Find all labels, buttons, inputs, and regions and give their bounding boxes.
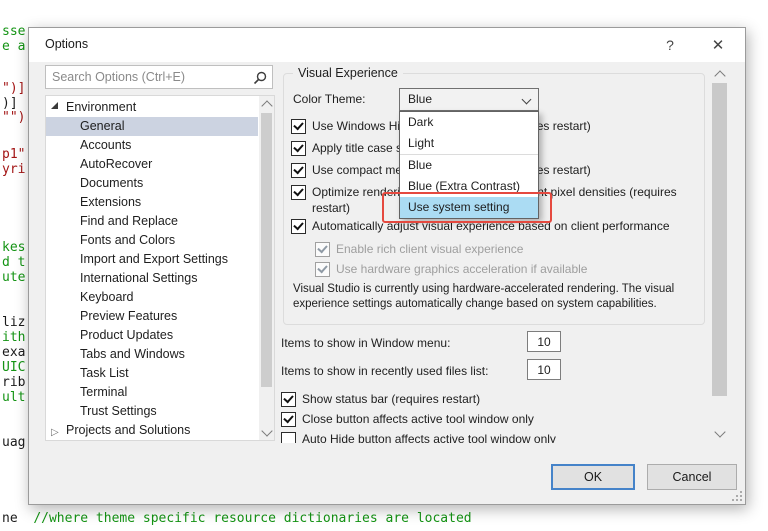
tree-expander-closed-icon[interactable]: ▷ (51, 423, 59, 442)
code-fragment: kes (2, 240, 26, 255)
combobox-value: Blue (408, 92, 433, 106)
tree-item-import-export[interactable]: Import and Export Settings (46, 250, 258, 269)
checkbox-icon (291, 163, 306, 178)
code-text: ne (2, 511, 18, 526)
code-fragment: ith (2, 330, 26, 345)
code-fragment: ute (2, 270, 26, 285)
search-input[interactable] (46, 66, 272, 88)
tree-item-fonts-and-colors[interactable]: Fonts and Colors (46, 231, 258, 250)
code-fragment: UIC (2, 360, 26, 375)
checkbox-icon (315, 242, 330, 257)
dropdown-item-blue[interactable]: Blue (400, 154, 538, 176)
checkbox-icon (291, 119, 306, 134)
code-fragment: "") (2, 110, 26, 125)
chevron-down-icon (521, 94, 532, 105)
checkbox-rich-client: Enable rich client visual experience (315, 241, 523, 257)
dialog-titlebar (29, 28, 745, 62)
color-theme-label: Color Theme: (293, 92, 366, 106)
rendering-info-text: Visual Studio is currently using hardwar… (293, 283, 675, 310)
code-comment: //where theme specific resource dictiona… (33, 511, 472, 526)
cancel-button[interactable]: Cancel (647, 464, 737, 490)
checkbox-hardware-accel: Use hardware graphics acceleration if av… (315, 261, 587, 277)
screen: sse e a ")] )] "") p1" yri kes d t ute l… (0, 0, 768, 531)
tree-scrollbar-thumb[interactable] (261, 113, 272, 387)
options-dialog: Options ? ✕ Environment General Accounts… (28, 27, 746, 505)
close-button[interactable]: ✕ (705, 34, 731, 56)
checkbox-icon (281, 412, 296, 427)
code-fragment: e a (2, 39, 26, 54)
close-icon: ✕ (711, 37, 725, 54)
code-line: ne //where theme specific resource dicti… (2, 511, 472, 526)
tree-item-product-updates[interactable]: Product Updates (46, 326, 258, 345)
tree-item-projects-and-solutions[interactable]: ▷ Projects and Solutions (46, 421, 258, 440)
checkbox-icon (291, 185, 306, 200)
code-fragment: ult (2, 390, 26, 405)
checkbox-icon (281, 432, 296, 443)
checkbox-icon (291, 219, 306, 234)
window-menu-label: Items to show in Window menu: (281, 336, 451, 350)
checkbox-auto-hide[interactable]: Auto Hide button affects active tool win… (281, 431, 556, 443)
code-fragment: yri (2, 162, 26, 177)
red-annotation-box (382, 192, 552, 223)
tree-item-terminal[interactable]: Terminal (46, 383, 258, 402)
checkbox-icon (291, 141, 306, 156)
help-button[interactable]: ? (657, 34, 683, 56)
options-tree: Environment General Accounts AutoRecover… (45, 95, 275, 441)
dropdown-item-light[interactable]: Light (400, 133, 538, 154)
scroll-up-icon[interactable] (261, 100, 273, 112)
tree-item-task-list[interactable]: Task List (46, 364, 258, 383)
panel-scrollbar-thumb[interactable] (712, 83, 727, 396)
tree-item-general[interactable]: General (46, 117, 258, 136)
tree-item-extensions[interactable]: Extensions (46, 193, 258, 212)
search-box (45, 65, 273, 89)
checkbox-show-status-bar[interactable]: Show status bar (requires restart) (281, 391, 480, 407)
code-fragment: rib (2, 375, 26, 390)
scroll-down-icon[interactable] (261, 425, 273, 437)
ok-button[interactable]: OK (551, 464, 635, 490)
code-fragment: )] (2, 96, 18, 111)
color-theme-combobox[interactable]: Blue (399, 88, 539, 111)
tree-item-international[interactable]: International Settings (46, 269, 258, 288)
search-icon[interactable] (253, 71, 267, 85)
recent-files-label: Items to show in recently used files lis… (281, 364, 489, 378)
code-fragment: ")] (2, 81, 26, 96)
checkbox-close-button[interactable]: Close button affects active tool window … (281, 411, 534, 427)
code-fragment: liz (2, 315, 26, 330)
window-menu-count-input[interactable] (527, 331, 561, 352)
checkbox-icon (281, 392, 296, 407)
tree-item-accounts[interactable]: Accounts (46, 136, 258, 155)
dropdown-item-dark[interactable]: Dark (400, 112, 538, 133)
tree-expander-open-icon[interactable] (51, 102, 58, 109)
code-fragment: exa (2, 345, 26, 360)
code-fragment: d t (2, 255, 26, 270)
tree-item-documents[interactable]: Documents (46, 174, 258, 193)
checkbox-icon (315, 262, 330, 277)
panel-scroll-down-icon[interactable] (714, 426, 726, 438)
tree-scrollbar (259, 96, 274, 440)
tree-item-environment[interactable]: Environment (46, 98, 258, 117)
code-fragment: uag (2, 435, 26, 450)
code-fragment: p1" (2, 147, 26, 162)
tree-item-preview-features[interactable]: Preview Features (46, 307, 258, 326)
tree-item-find-and-replace[interactable]: Find and Replace (46, 212, 258, 231)
tree-item-tabs-and-windows[interactable]: Tabs and Windows (46, 345, 258, 364)
panel-scroll-up-icon[interactable] (714, 70, 726, 82)
resize-grip[interactable] (732, 491, 742, 501)
group-title: Visual Experience (293, 66, 403, 80)
tree-item-autorecover[interactable]: AutoRecover (46, 155, 258, 174)
tree-item-keyboard[interactable]: Keyboard (46, 288, 258, 307)
bottom-checkbox-list: Show status bar (requires restart) Close… (281, 388, 711, 443)
dialog-title: Options (45, 37, 89, 51)
recent-files-count-input[interactable] (527, 359, 561, 380)
tree-item-trust-settings[interactable]: Trust Settings (46, 402, 258, 421)
code-fragment: sse (2, 24, 26, 39)
